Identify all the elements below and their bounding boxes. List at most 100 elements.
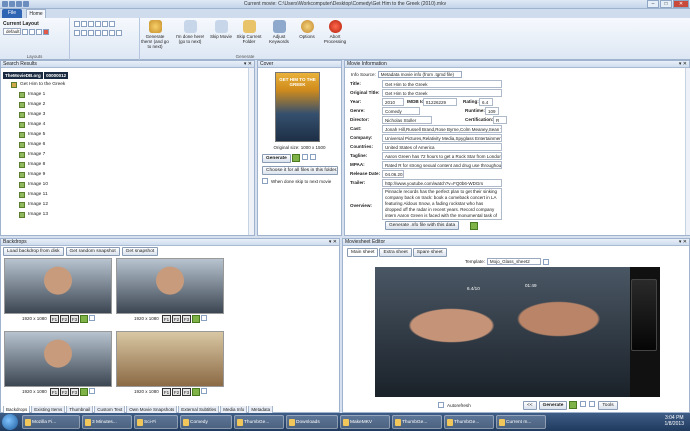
- save-layout-icon[interactable]: [22, 28, 29, 35]
- adjust-keywords-button[interactable]: Adjust Keywords: [264, 20, 294, 44]
- field-runtime[interactable]: 109: [485, 106, 499, 115]
- tree-image-item[interactable]: Image 3: [3, 110, 248, 120]
- delete-layout-icon[interactable]: [43, 28, 50, 35]
- get-snapshot-button[interactable]: Get snapshot: [121, 247, 159, 256]
- toggle-icon[interactable]: [81, 21, 87, 27]
- field-release[interactable]: 04.06.2010: [382, 169, 404, 178]
- generate-all-button[interactable]: Generate them! (and go to next): [140, 20, 170, 49]
- backdrop-f2-button[interactable]: F2: [172, 315, 181, 323]
- done-here-button[interactable]: I'm done here! (go to next): [175, 20, 205, 44]
- backdrop-f3-button[interactable]: F3: [70, 388, 79, 396]
- tree-root[interactable]: TheMovieDB.org 00000012: [3, 70, 248, 80]
- checkbox[interactable]: [116, 30, 122, 36]
- autorefresh-checkbox[interactable]: [438, 402, 444, 408]
- backdrop-f2-button[interactable]: F2: [60, 388, 69, 396]
- file-tab[interactable]: File: [2, 9, 22, 18]
- field-director[interactable]: Nicholas Stoller: [382, 115, 432, 124]
- field-countries[interactable]: United States of America: [382, 142, 502, 151]
- pin-icon[interactable]: ▾ ✕: [244, 61, 252, 68]
- backdrop-f3-button[interactable]: F3: [70, 315, 79, 323]
- tree-image-item[interactable]: Image 10: [3, 180, 248, 190]
- taskbar-item[interactable]: Sci-Fi: [134, 415, 178, 429]
- checkbox[interactable]: [102, 30, 108, 36]
- tree-image-item[interactable]: Image 9: [3, 170, 248, 180]
- backdrop-f3-button[interactable]: F3: [182, 315, 191, 323]
- random-snapshot-button[interactable]: Get random snapshot: [65, 247, 120, 256]
- backdrop-thumbnail[interactable]: [116, 258, 224, 314]
- load-backdrop-button[interactable]: Load backdrop from disk: [3, 247, 64, 256]
- tree-image-item[interactable]: Image 6: [3, 140, 248, 150]
- close-button[interactable]: ✕: [673, 0, 689, 8]
- backdrop-thumbnail[interactable]: [4, 331, 112, 387]
- taskbar-item[interactable]: Comedy: [180, 415, 232, 429]
- tree-image-item[interactable]: Image 8: [3, 160, 248, 170]
- add-layout-icon[interactable]: [29, 28, 36, 35]
- checkbox[interactable]: [95, 30, 101, 36]
- backdrop-f2-button[interactable]: F2: [172, 388, 181, 396]
- refresh-icon[interactable]: [542, 258, 549, 265]
- skip-next-checkbox[interactable]: [262, 178, 268, 184]
- backdrop-f1-button[interactable]: F1: [162, 315, 171, 323]
- field-imdb[interactable]: tt1226229: [423, 97, 457, 106]
- taskbar-item[interactable]: 3 Minutes...: [82, 415, 132, 429]
- toggle-icon[interactable]: [109, 21, 115, 27]
- field-genre[interactable]: Comedy: [382, 106, 420, 115]
- start-button[interactable]: [2, 414, 18, 430]
- toggle-icon[interactable]: [74, 21, 80, 27]
- check-icon[interactable]: [192, 315, 200, 323]
- field-cast[interactable]: Jonah Hill,Russell Brand,Rose Byrne,Colm…: [382, 124, 502, 133]
- skip-folder-button[interactable]: Skip Current Folder: [234, 20, 264, 44]
- taskbar-item[interactable]: ThumbGe...: [392, 415, 442, 429]
- taskbar-item[interactable]: ThumbGe...: [444, 415, 494, 429]
- check-icon[interactable]: [192, 388, 200, 396]
- checkbox[interactable]: [88, 30, 94, 36]
- tree-image-item[interactable]: Image 1: [3, 90, 248, 100]
- maximize-button[interactable]: □: [660, 0, 672, 8]
- backdrop-thumbnail[interactable]: [4, 258, 112, 314]
- vertical-scrollbar[interactable]: [685, 68, 690, 235]
- prev-button[interactable]: <<: [523, 401, 537, 410]
- taskbar-item[interactable]: ThumbGe...: [234, 415, 284, 429]
- edit-icon[interactable]: [89, 315, 95, 321]
- generate-nfo-button[interactable]: Generate .nfo file with this data: [385, 221, 460, 230]
- field-year[interactable]: 2010: [382, 97, 404, 106]
- clock[interactable]: 3:04 PM 1/8/2013: [665, 415, 684, 427]
- rename-layout-icon[interactable]: [36, 28, 43, 35]
- edit-icon[interactable]: [201, 388, 207, 394]
- options-button[interactable]: Options: [292, 20, 322, 39]
- vertical-scrollbar[interactable]: [248, 68, 254, 235]
- pin-icon[interactable]: ▾ ✕: [329, 239, 337, 246]
- backdrop-thumbnail[interactable]: [116, 331, 224, 387]
- folder-icon[interactable]: [309, 154, 316, 160]
- toggle-icon[interactable]: [95, 21, 101, 27]
- field-company[interactable]: Universal Pictures,Relativity Media,Spyg…: [382, 133, 502, 142]
- check-icon[interactable]: [569, 401, 578, 409]
- sheet-tab[interactable]: Extra sheet: [379, 248, 412, 257]
- taskbar-item[interactable]: Mozilla Fi...: [22, 415, 80, 429]
- field-tagline[interactable]: Aaron Green has 72 hours to get a Rock S…: [382, 151, 502, 160]
- pin-icon[interactable]: ▾ ✕: [679, 61, 687, 68]
- tree-image-item[interactable]: Image 7: [3, 150, 248, 160]
- toggle-icon[interactable]: [102, 21, 108, 27]
- pin-icon[interactable]: ▾ ✕: [679, 239, 687, 246]
- field-title[interactable]: Get Him to the Greek: [382, 79, 502, 88]
- backdrop-f1-button[interactable]: F1: [50, 315, 59, 323]
- field-certification[interactable]: R: [493, 115, 507, 124]
- backdrop-f1-button[interactable]: F1: [50, 388, 59, 396]
- field-mpaa[interactable]: Rated R for strong sexual content and dr…: [382, 160, 502, 169]
- sheet-generate-button[interactable]: Generate: [538, 401, 568, 410]
- search-icon[interactable]: [301, 154, 308, 160]
- template-select[interactable]: Mojo_Glass_sheet2: [486, 258, 541, 265]
- backdrop-f3-button[interactable]: F3: [182, 388, 191, 396]
- choose-all-button[interactable]: Choose it for all files in this folder..…: [262, 166, 338, 175]
- field-rating[interactable]: 6.4: [479, 97, 493, 106]
- skip-movie-button[interactable]: Skip Movie: [206, 20, 236, 39]
- tree-image-item[interactable]: Image 13: [3, 210, 248, 220]
- taskbar-item[interactable]: Current m...: [496, 415, 546, 429]
- checkbox[interactable]: [81, 30, 87, 36]
- backdrop-f2-button[interactable]: F2: [60, 315, 69, 323]
- field-overview[interactable]: Pinnacle records has the perfect plan to…: [382, 187, 502, 220]
- edit-icon[interactable]: [89, 388, 95, 394]
- sheet-tab[interactable]: Spare sheet: [412, 248, 447, 257]
- home-tab[interactable]: Home: [26, 9, 46, 18]
